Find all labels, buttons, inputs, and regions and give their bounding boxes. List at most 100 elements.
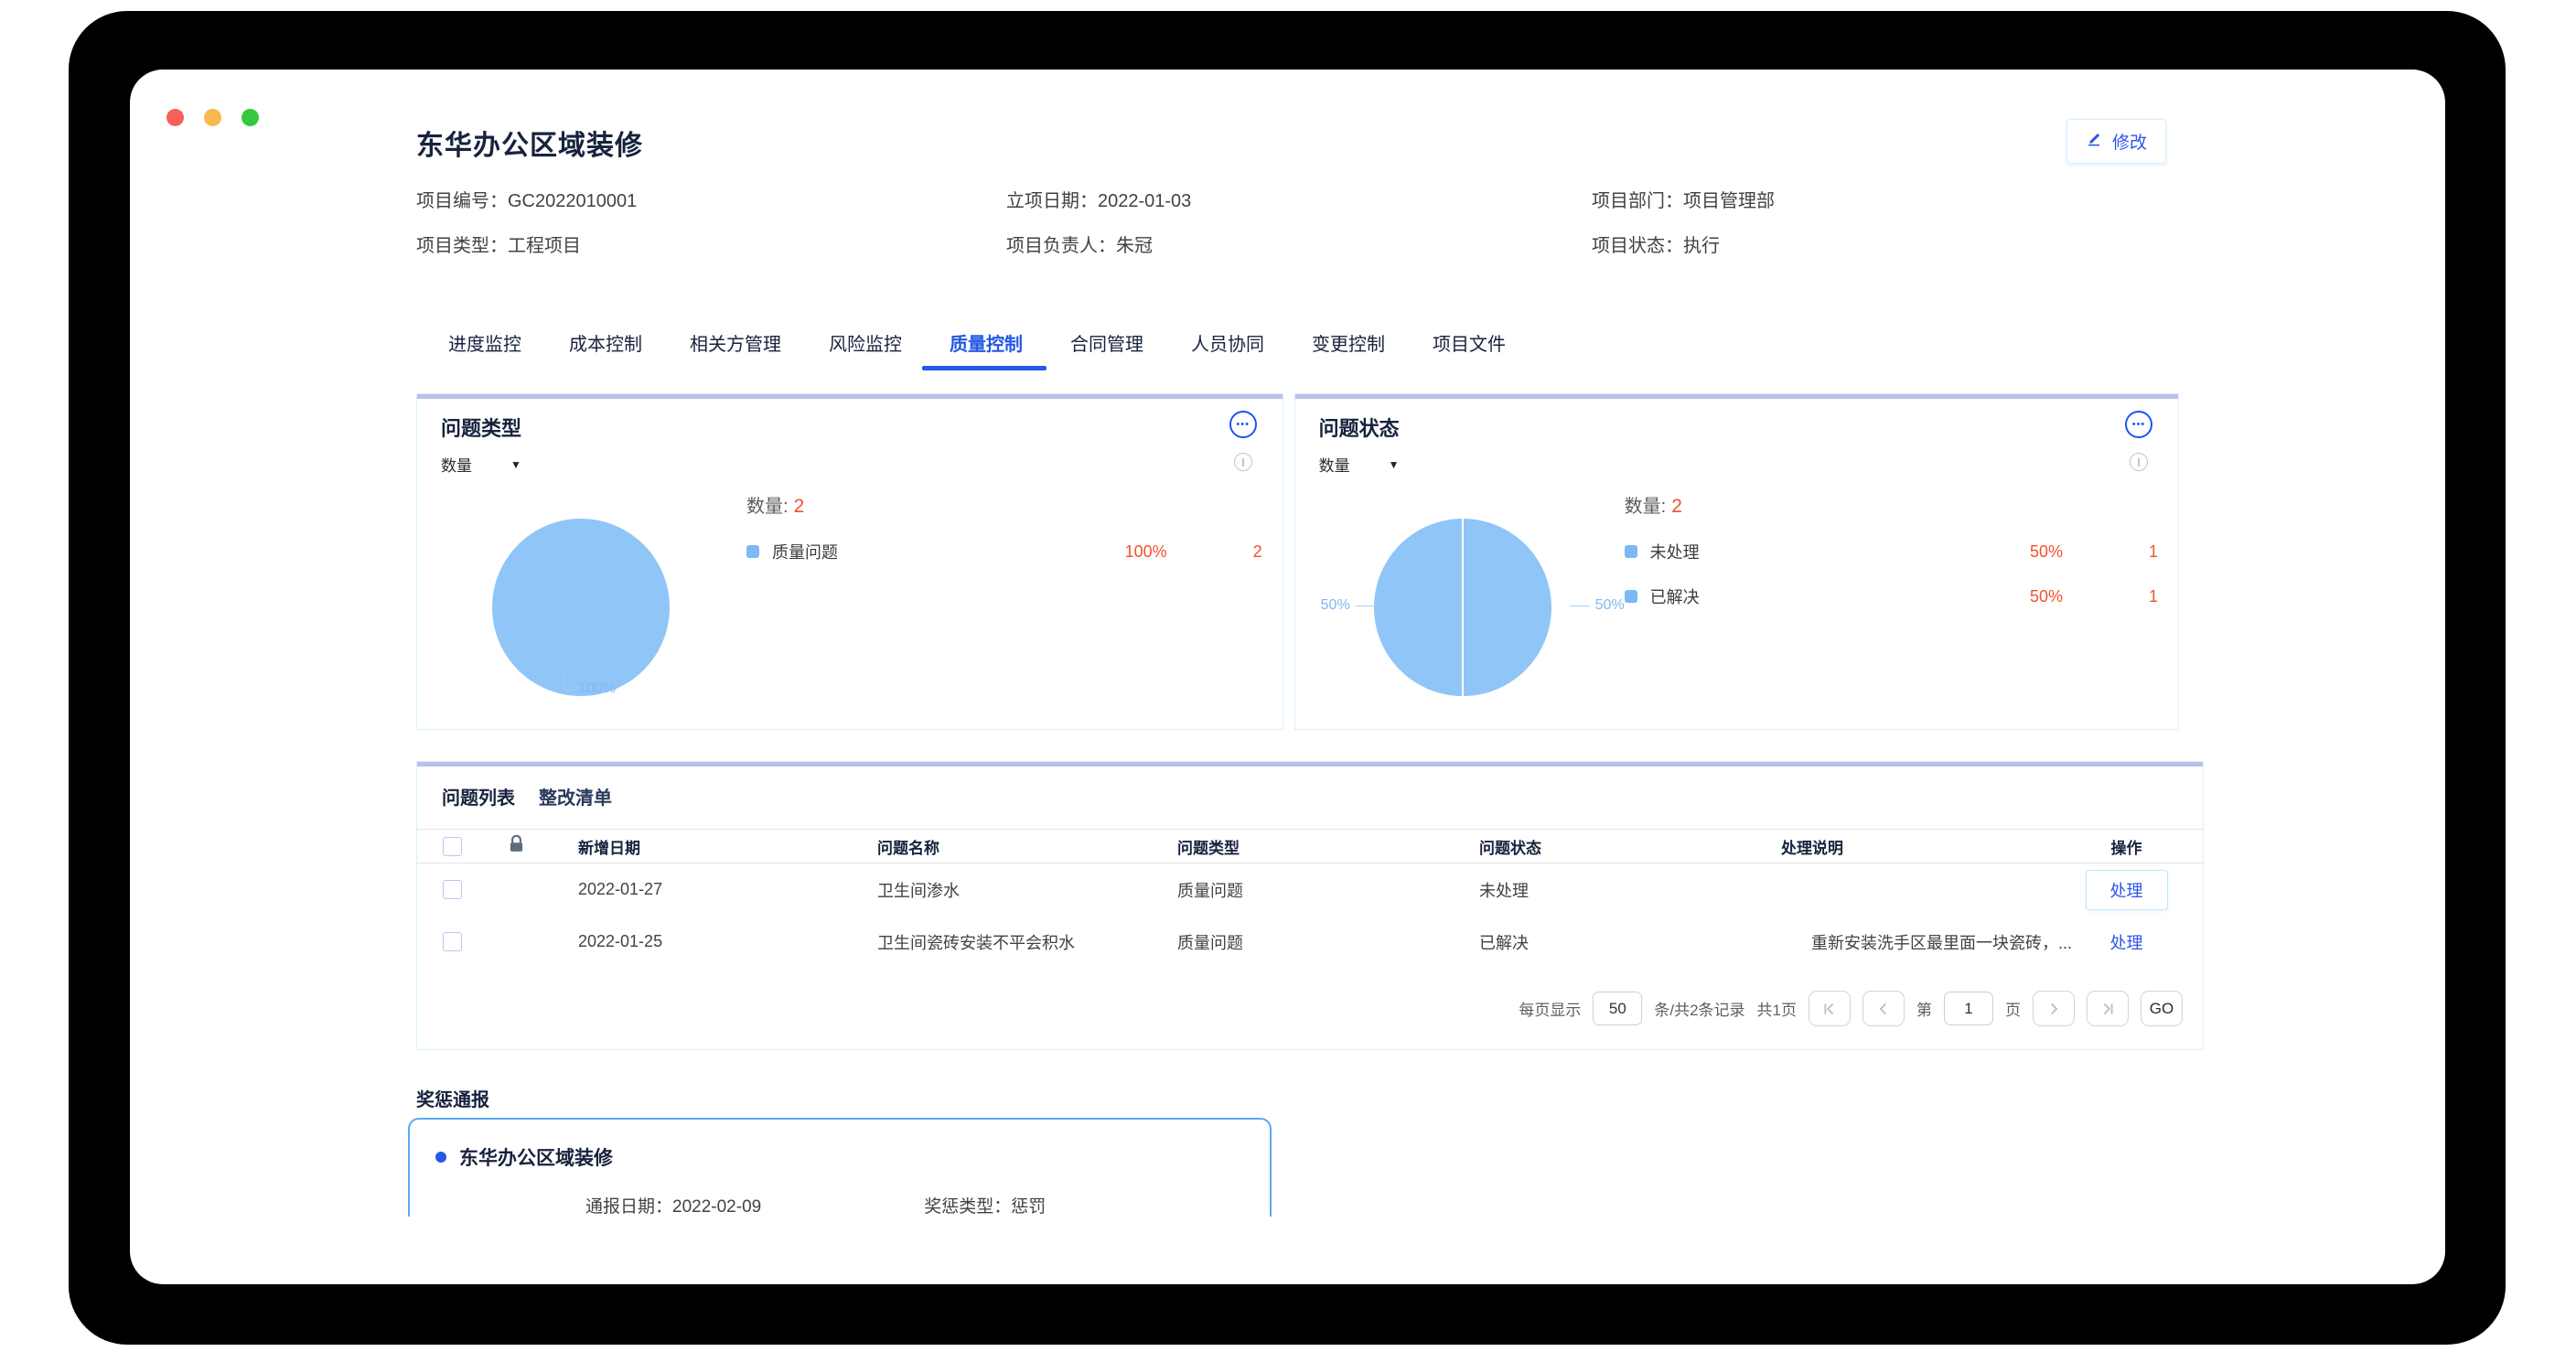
total-count: 数量:2 xyxy=(746,491,1262,518)
per-page-input[interactable] xyxy=(1593,992,1642,1025)
field-label: 奖惩类型： xyxy=(924,1197,1011,1217)
cell-note: 重新安装洗手区最里面一块瓷砖，... xyxy=(1781,930,2076,954)
table-row: 2022-01-27 卫生间渗水 质量问题 未处理 处理 xyxy=(417,863,2203,916)
info-icon[interactable] xyxy=(1234,453,1252,471)
first-page-button[interactable] xyxy=(1809,991,1851,1026)
maximize-button[interactable] xyxy=(242,109,259,126)
notice-field: 通报日期：2022-02-09 xyxy=(585,1193,761,1217)
metric-select-value: 数量 xyxy=(441,453,472,476)
notice-card[interactable]: 东华办公区域装修 通报日期：2022-02-09 奖惩类型：惩罚 xyxy=(408,1118,1272,1217)
info-icon[interactable] xyxy=(2130,453,2148,471)
page-suffix: 页 xyxy=(2005,997,2021,1020)
col-header-type[interactable]: 问题类型 xyxy=(1177,835,1479,858)
next-page-button[interactable] xyxy=(2033,991,2075,1026)
legend-percent: 50% xyxy=(1962,542,2063,562)
pencil-icon xyxy=(2086,130,2103,153)
select-all-checkbox[interactable] xyxy=(443,837,462,856)
last-page-button[interactable] xyxy=(2087,991,2129,1026)
field-label: 项目类型： xyxy=(416,236,508,256)
notice-section-title: 奖惩通报 xyxy=(416,1085,2179,1110)
chart-legend: 数量:2 未处理 50% 1 已解决 50% 1 xyxy=(1625,491,2158,607)
field-label: 项目状态： xyxy=(1592,236,1683,256)
legend-percent: 50% xyxy=(1962,587,2063,606)
cell-status: 未处理 xyxy=(1479,878,1781,902)
col-header-name[interactable]: 问题名称 xyxy=(877,835,1177,858)
window-controls xyxy=(166,109,259,126)
header-row: 东华办公区域装修 修改 xyxy=(416,123,2179,163)
slice-percent: 50% xyxy=(1321,597,1350,614)
go-button[interactable]: GO xyxy=(2141,991,2183,1026)
legend-item[interactable]: 质量问题 100% 2 xyxy=(746,541,1262,563)
edit-button[interactable]: 修改 xyxy=(2066,119,2166,164)
tab-stakeholders[interactable]: 相关方管理 xyxy=(690,329,781,368)
notice-fields: 通报日期：2022-02-09 奖惩类型：惩罚 xyxy=(435,1193,1244,1217)
list-tabs: 问题列表 整改清单 xyxy=(442,783,612,810)
legend-item[interactable]: 未处理 50% 1 xyxy=(1625,541,2158,563)
table-row: 2022-01-25 卫生间瓷砖安装不平会积水 质量问题 已解决 重新安装洗手区… xyxy=(417,916,2203,968)
close-button[interactable] xyxy=(166,109,184,126)
pie-slice-label-right: 50% xyxy=(1570,597,1625,614)
prev-page-button[interactable] xyxy=(1862,991,1905,1026)
tab-files[interactable]: 项目文件 xyxy=(1433,329,1506,368)
col-header-action: 操作 xyxy=(2076,835,2177,858)
notice-project-name: 东华办公区域装修 xyxy=(459,1143,613,1171)
tab-change[interactable]: 变更控制 xyxy=(1312,329,1385,368)
count-label: 数量: xyxy=(746,497,789,517)
field-value: 项目管理部 xyxy=(1683,191,1775,211)
page-content: 东华办公区域装修 修改 项目编号：GC2022010001 立项日期：2022-… xyxy=(416,123,2179,1217)
project-info-field: 立项日期：2022-01-03 xyxy=(1006,190,1592,213)
tab-personnel[interactable]: 人员协同 xyxy=(1191,329,1264,368)
field-value: GC2022010001 xyxy=(508,191,637,211)
col-header-status[interactable]: 问题状态 xyxy=(1479,835,1781,858)
count-value: 2 xyxy=(1671,496,1682,517)
project-info-field: 项目类型：工程项目 xyxy=(416,235,1006,258)
legend-swatch xyxy=(746,545,759,558)
col-header-date[interactable]: 新增日期 xyxy=(578,835,877,858)
legend-label: 未处理 xyxy=(1650,540,1962,563)
tab-risk[interactable]: 风险监控 xyxy=(829,329,902,368)
row-checkbox[interactable] xyxy=(443,932,462,951)
tab-rectification-list[interactable]: 整改清单 xyxy=(539,783,612,810)
pie-chart-problem-status[interactable] xyxy=(1374,519,1551,696)
tab-problem-list[interactable]: 问题列表 xyxy=(442,783,515,810)
bullet-dot-icon xyxy=(435,1152,446,1163)
per-page-label: 每页显示 xyxy=(1519,997,1581,1020)
charts-row: 问题类型 ••• 数量 ▼ 100% 数量:2 xyxy=(416,393,2179,730)
cell-type: 质量问题 xyxy=(1177,878,1479,902)
tab-quality-active[interactable]: 质量控制 xyxy=(950,329,1023,368)
legend-value: 1 xyxy=(2063,587,2158,606)
table-header-row: 新增日期 问题名称 问题类型 问题状态 处理说明 操作 xyxy=(417,829,2203,863)
more-options-icon[interactable]: ••• xyxy=(2125,411,2152,438)
minimize-button[interactable] xyxy=(204,109,221,126)
pie-chart-problem-type[interactable] xyxy=(492,519,670,696)
tab-cost[interactable]: 成本控制 xyxy=(569,329,642,368)
more-options-icon[interactable]: ••• xyxy=(1229,411,1257,438)
legend-item[interactable]: 已解决 50% 1 xyxy=(1625,585,2158,607)
metric-select[interactable]: 数量 ▼ xyxy=(441,453,521,476)
cell-date: 2022-01-27 xyxy=(578,880,877,899)
col-header-note[interactable]: 处理说明 xyxy=(1781,835,2076,858)
chevron-down-icon: ▼ xyxy=(1389,458,1400,471)
lock-icon xyxy=(507,834,578,858)
leader-line xyxy=(564,670,574,691)
field-value: 工程项目 xyxy=(508,236,581,256)
tab-contract[interactable]: 合同管理 xyxy=(1070,329,1143,368)
cell-name: 卫生间瓷砖安装不平会积水 xyxy=(877,930,1177,954)
slice-percent: 100% xyxy=(578,681,616,697)
handle-button[interactable]: 处理 xyxy=(2086,870,2168,910)
tab-progress[interactable]: 进度监控 xyxy=(448,329,521,368)
chevron-down-icon: ▼ xyxy=(510,458,521,471)
metric-select[interactable]: 数量 ▼ xyxy=(1319,453,1400,476)
page-number-input[interactable] xyxy=(1944,992,1993,1025)
handle-link[interactable]: 处理 xyxy=(2110,934,2143,952)
legend-label: 质量问题 xyxy=(772,540,1067,563)
field-label: 项目编号： xyxy=(416,191,508,211)
row-checkbox[interactable] xyxy=(443,880,462,899)
legend-swatch xyxy=(1625,545,1637,558)
app-window: 东华办公区域装修 修改 项目编号：GC2022010001 立项日期：2022-… xyxy=(130,70,2445,1284)
handle-link[interactable]: 处理 xyxy=(2110,882,2143,900)
cell-name: 卫生间渗水 xyxy=(877,878,1177,902)
project-info-field: 项目编号：GC2022010001 xyxy=(416,190,1006,213)
project-info-field: 项目状态：执行 xyxy=(1592,235,2179,258)
total-pages-label: 共1页 xyxy=(1757,997,1797,1020)
